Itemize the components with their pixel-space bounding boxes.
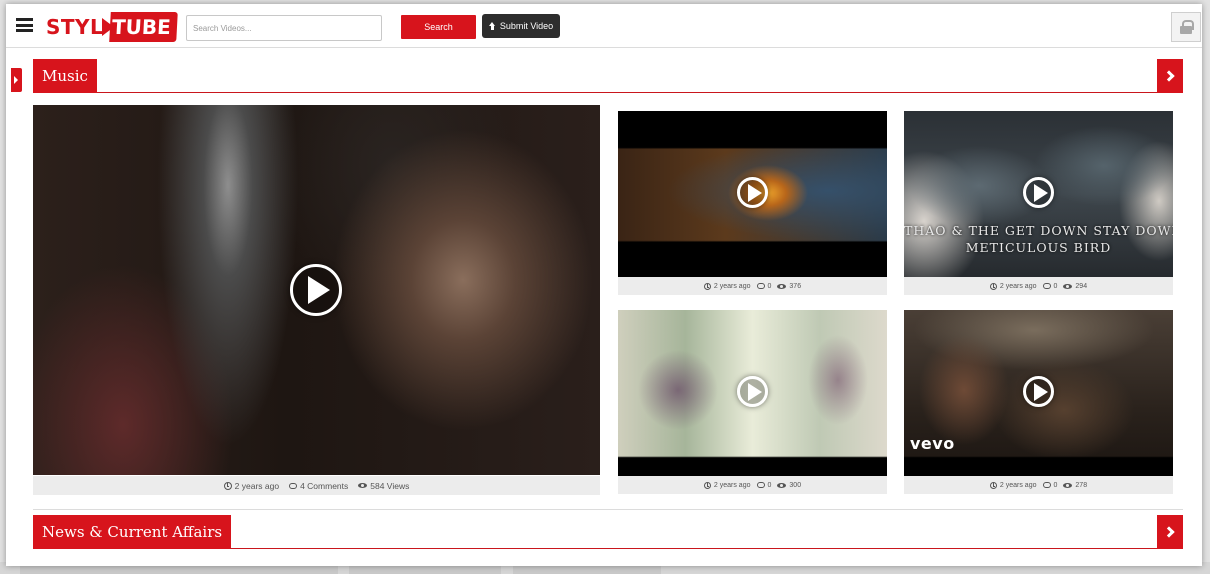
section-more-button[interactable] — [1157, 59, 1183, 93]
comment-icon — [1042, 283, 1051, 289]
video-card[interactable]: THAO & THE GET DOWN STAY DOWN METICULOUS… — [904, 111, 1173, 295]
submit-video-button[interactable]: Submit Video — [482, 14, 560, 38]
play-icon — [1023, 177, 1054, 208]
submit-video-label: Submit Video — [499, 21, 554, 31]
eye-icon — [777, 283, 787, 289]
chevron-right-icon — [1162, 70, 1175, 82]
video-comments: 0 — [767, 481, 772, 489]
video-card[interactable]: 2 years ago 0 376 — [618, 111, 887, 295]
video-meta: 2 years ago 0 376 — [618, 277, 887, 295]
video-views: 584 Views — [370, 480, 410, 491]
search-input[interactable] — [186, 15, 382, 41]
video-meta: 2 years ago 0 278 — [904, 476, 1173, 494]
lock-icon — [1180, 20, 1194, 34]
video-thumbnail: vevo — [904, 310, 1173, 476]
site-logo[interactable]: STYL TUBE — [46, 11, 178, 43]
video-thumbnail — [618, 310, 887, 476]
video-comments: 0 — [1053, 481, 1058, 489]
background-card — [513, 566, 661, 574]
video-meta: 2 years ago 4 Comments 584 Views — [33, 476, 600, 495]
comment-icon — [756, 482, 765, 488]
background-card — [20, 566, 338, 574]
clock-icon — [989, 282, 997, 290]
video-time: 2 years ago — [713, 481, 751, 489]
site-window: STYL TUBE Search Submit Video Music 2 ye… — [6, 4, 1202, 566]
section-title[interactable]: News & Current Affairs — [33, 515, 232, 549]
upload-icon — [488, 22, 496, 30]
video-views: 278 — [1075, 481, 1088, 489]
video-views: 300 — [789, 481, 802, 489]
clock-icon — [703, 282, 711, 290]
logo-text-left: STYL — [46, 15, 104, 39]
eye-icon — [1063, 283, 1073, 289]
video-time: 2 years ago — [713, 282, 751, 290]
site-header: STYL TUBE Search Submit Video — [6, 4, 1202, 48]
video-views: 294 — [1075, 282, 1088, 290]
video-comments: 4 Comments — [300, 480, 349, 491]
section-divider — [33, 509, 1183, 510]
video-views: 376 — [789, 282, 802, 290]
login-button[interactable] — [1171, 12, 1201, 42]
video-card[interactable]: 2 years ago 0 300 — [618, 310, 887, 494]
section-title[interactable]: Music — [33, 59, 97, 93]
video-thumbnail: THAO & THE GET DOWN STAY DOWN METICULOUS… — [904, 111, 1173, 277]
video-meta: 2 years ago 0 294 — [904, 277, 1173, 295]
search-button[interactable]: Search — [401, 15, 476, 39]
comment-icon — [1042, 482, 1051, 488]
side-panel-toggle[interactable] — [11, 68, 22, 92]
section-more-button[interactable] — [1157, 515, 1183, 549]
video-thumbnail — [618, 111, 887, 277]
clock-icon — [223, 481, 232, 490]
eye-icon — [1063, 482, 1073, 488]
video-time: 2 years ago — [999, 282, 1037, 290]
clock-icon — [703, 481, 711, 489]
video-overlay-subtitle: METICULOUS BIRD — [965, 240, 1112, 255]
video-overlay-title: THAO & THE GET DOWN STAY DOWN — [904, 223, 1173, 238]
video-comments: 0 — [1053, 282, 1058, 290]
background-card — [349, 566, 501, 574]
video-card[interactable]: vevo 2 years ago 0 278 — [904, 310, 1173, 494]
play-icon — [737, 177, 768, 208]
video-time: 2 years ago — [234, 480, 280, 491]
logo-text-right: TUBE — [109, 12, 178, 42]
video-meta: 2 years ago 0 300 — [618, 476, 887, 494]
vevo-logo: vevo — [910, 434, 955, 453]
video-comments: 0 — [767, 282, 772, 290]
section-header-news: News & Current Affairs — [33, 515, 1183, 549]
comment-icon — [756, 283, 765, 289]
featured-video-thumbnail — [33, 105, 600, 475]
comment-icon — [289, 482, 298, 489]
eye-icon — [777, 482, 787, 488]
menu-icon[interactable] — [16, 18, 33, 32]
eye-icon — [358, 483, 368, 488]
chevron-right-icon — [1162, 526, 1175, 538]
featured-video-card[interactable]: 2 years ago 4 Comments 584 Views — [33, 105, 600, 495]
play-icon — [1023, 376, 1054, 407]
section-header-music: Music — [33, 59, 1183, 93]
play-icon — [290, 264, 342, 316]
video-time: 2 years ago — [999, 481, 1037, 489]
play-icon — [737, 376, 768, 407]
clock-icon — [989, 481, 997, 489]
